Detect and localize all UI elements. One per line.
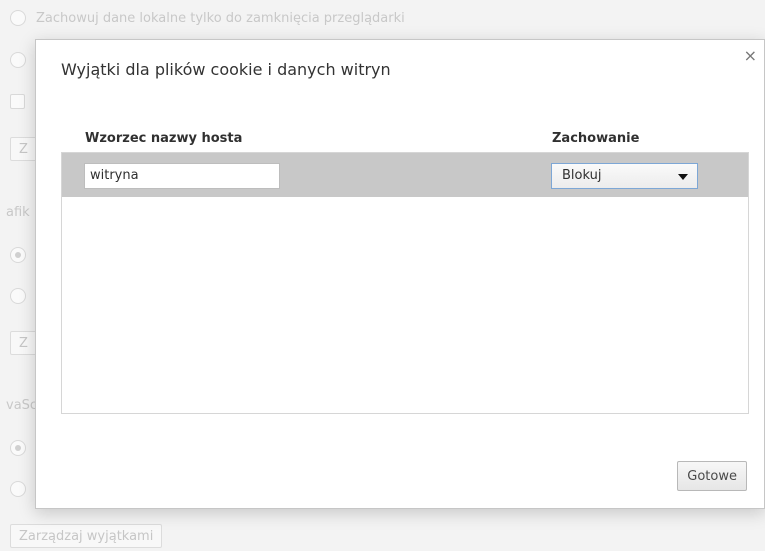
table-header: Wzorzec nazwy hosta Zachowanie: [61, 124, 749, 152]
javascript-section-heading: vaSc: [6, 398, 38, 413]
chevron-down-icon: [678, 174, 688, 180]
dialog-title: Wyjątki dla plików cookie i danych witry…: [61, 60, 391, 79]
done-button[interactable]: Gotowe: [677, 461, 747, 491]
cookie-exceptions-dialog: Wyjątki dla plików cookie i danych witry…: [35, 39, 765, 509]
bg-radio-5[interactable]: [10, 440, 26, 456]
exceptions-table: Wzorzec nazwy hosta Zachowanie witryna B…: [61, 124, 749, 414]
images-section-heading: afik: [6, 205, 30, 220]
bg-radio-row-3[interactable]: [10, 247, 26, 263]
bg-button-2-label: Z: [19, 335, 28, 351]
bg-button-1-label: Z: [19, 141, 28, 157]
exceptions-list: witryna Blokuj: [61, 152, 749, 414]
bg-radio-row-6[interactable]: [10, 481, 26, 497]
behavior-select-value: Blokuj: [562, 168, 602, 183]
table-row[interactable]: witryna Blokuj: [62, 153, 748, 197]
bg-checkbox[interactable]: [10, 94, 25, 109]
bg-radio-row-4[interactable]: [10, 288, 26, 304]
bg-radio-3[interactable]: [10, 247, 26, 263]
bg-radio-4[interactable]: [10, 288, 26, 304]
bg-radio-2[interactable]: [10, 52, 26, 68]
host-pattern-input[interactable]: witryna: [84, 163, 280, 189]
behavior-select[interactable]: Blokuj: [551, 163, 698, 189]
done-button-label: Gotowe: [687, 468, 737, 484]
keep-local-data-radio[interactable]: [10, 10, 26, 26]
host-pattern-column-header: Wzorzec nazwy hosta: [85, 130, 243, 146]
bg-radio-row-5[interactable]: [10, 440, 26, 456]
bg-radio-row-2[interactable]: [10, 52, 26, 68]
behavior-column-header: Zachowanie: [552, 130, 640, 146]
bg-checkbox-row[interactable]: [10, 94, 25, 109]
bg-button-2[interactable]: Z: [10, 331, 37, 355]
close-icon[interactable]: ×: [744, 48, 757, 64]
keep-local-data-label: Zachowuj dane lokalne tylko do zamknięci…: [36, 10, 405, 26]
manage-exceptions-label: Zarządzaj wyjątkami: [19, 528, 154, 544]
bg-radio-6[interactable]: [10, 481, 26, 497]
bg-button-1[interactable]: Z: [10, 137, 37, 161]
manage-exceptions-button[interactable]: Zarządzaj wyjątkami: [10, 524, 163, 548]
keep-local-data-option[interactable]: Zachowuj dane lokalne tylko do zamknięci…: [10, 10, 405, 26]
